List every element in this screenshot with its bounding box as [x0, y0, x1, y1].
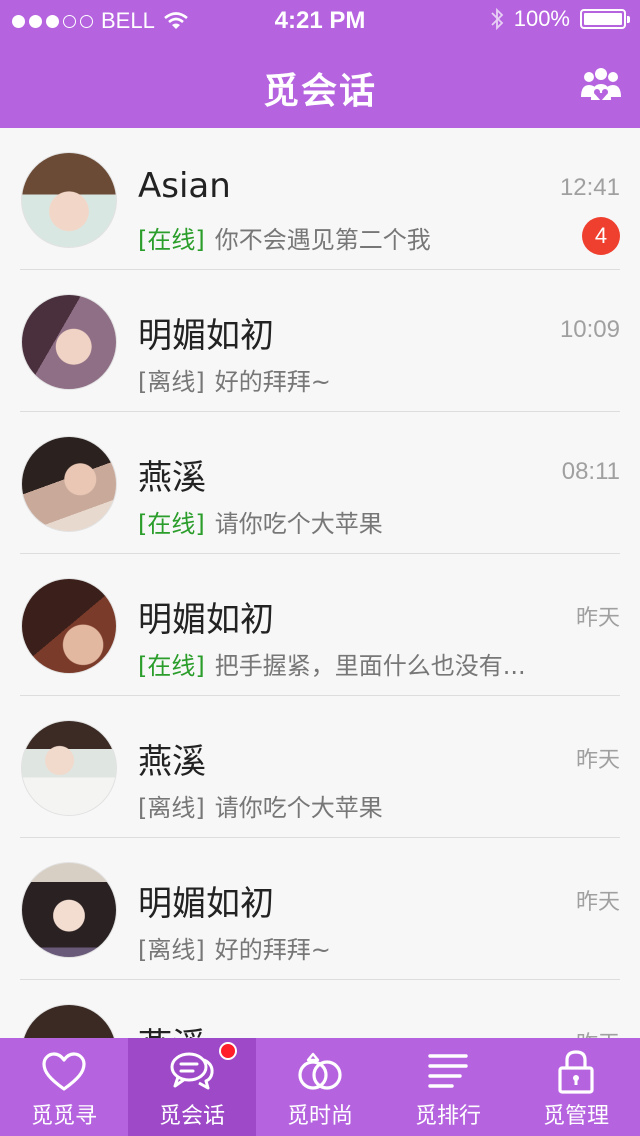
avatar[interactable]: [21, 436, 117, 532]
contact-name: 燕溪: [138, 742, 206, 782]
conversation-list[interactable]: Asian [在线] 你不会遇见第二个我 12:41 4 明媚如初 [离线] 好的拜…: [0, 128, 640, 1038]
last-message: 好的拜拜~: [214, 368, 331, 396]
tab-ranking[interactable]: 觅排行: [384, 1038, 512, 1136]
message-time: 10:09: [559, 316, 620, 343]
online-status: [在线]: [138, 510, 205, 538]
last-message: 你不会遇见第二个我: [214, 226, 431, 254]
message-preview: [在线] 请你吃个大苹果: [138, 504, 383, 539]
message-preview: [离线] 好的拜拜~: [138, 362, 331, 397]
chat-bubbles-icon: [170, 1052, 214, 1090]
battery-percent: 100%: [513, 6, 570, 31]
rings-icon: [298, 1052, 342, 1090]
message-time: 昨天: [575, 890, 620, 915]
message-preview: [在线] 你不会遇见第二个我: [138, 220, 431, 255]
message-preview: [离线] 请你吃个大苹果: [138, 788, 383, 823]
message-preview: [离线] 好的拜拜~: [138, 930, 331, 965]
message-time: 昨天: [575, 748, 620, 773]
avatar[interactable]: [21, 862, 117, 958]
avatar[interactable]: [21, 578, 117, 674]
avatar[interactable]: [21, 152, 117, 248]
status-bar: BELL 4:21 PM 100%: [0, 0, 640, 40]
tab-label: 觅时尚: [286, 1104, 353, 1129]
message-time: 昨天: [576, 1026, 620, 1038]
header: BELL 4:21 PM 100% 觅会话: [0, 0, 640, 128]
tab-label: 觅会话: [158, 1104, 225, 1129]
lock-icon: [558, 1050, 594, 1094]
notification-dot: [219, 1042, 237, 1060]
offline-status: [离线]: [138, 794, 205, 822]
offline-status: [离线]: [138, 368, 205, 396]
avatar[interactable]: [21, 1004, 117, 1038]
unread-badge: 4: [582, 217, 620, 255]
tab-manage[interactable]: 觅管理: [512, 1038, 640, 1136]
avatar[interactable]: [21, 720, 117, 816]
page-title: 觅会话: [262, 71, 377, 112]
tab-fashion[interactable]: 觅时尚: [256, 1038, 384, 1136]
last-message: 把手握紧，里面什么也没有...: [214, 652, 526, 680]
online-status: [在线]: [138, 652, 205, 680]
avatar[interactable]: [21, 294, 117, 390]
tab-label: 觅觅寻: [30, 1104, 97, 1129]
conversation-row[interactable]: 燕溪 [在线] 请你吃个大苹果 08:11: [0, 412, 640, 554]
list-lines-icon: [428, 1054, 468, 1088]
tab-label: 觅排行: [414, 1104, 481, 1129]
message-time: 12:41: [559, 174, 620, 201]
conversation-row[interactable]: Asian [在线] 你不会遇见第二个我 12:41 4: [0, 128, 640, 270]
tab-discover[interactable]: 觅觅寻: [0, 1038, 128, 1136]
last-message: 请你吃个大苹果: [214, 510, 383, 538]
offline-status: [离线]: [138, 936, 205, 964]
conversation-row[interactable]: 燕溪 昨天: [0, 980, 640, 1038]
online-status: [在线]: [138, 226, 205, 254]
tab-conversations[interactable]: 觅会话: [128, 1038, 256, 1136]
last-message: 请你吃个大苹果: [214, 794, 383, 822]
message-preview: [在线] 把手握紧，里面什么也没有...: [138, 646, 526, 681]
tab-label: 觅管理: [542, 1104, 609, 1129]
contact-name: 燕溪: [138, 458, 206, 498]
contact-name: Asian: [138, 166, 231, 206]
bluetooth-icon: [491, 7, 503, 31]
heart-icon: [42, 1052, 86, 1091]
contact-name: 明媚如初: [138, 600, 274, 640]
group-icon[interactable]: [580, 64, 622, 104]
last-message: 好的拜拜~: [214, 936, 331, 964]
contact-name: 燕溪: [138, 1018, 206, 1038]
battery-icon: [580, 9, 630, 29]
conversation-row[interactable]: 明媚如初 [离线] 好的拜拜~ 昨天: [0, 838, 640, 980]
conversation-row[interactable]: 明媚如初 [在线] 把手握紧，里面什么也没有... 昨天: [0, 554, 640, 696]
conversation-row[interactable]: 燕溪 [离线] 请你吃个大苹果 昨天: [0, 696, 640, 838]
message-time: 昨天: [575, 606, 620, 631]
conversation-row[interactable]: 明媚如初 [离线] 好的拜拜~ 10:09: [0, 270, 640, 412]
message-time: 08:11: [561, 458, 620, 485]
contact-name: 明媚如初: [138, 884, 274, 924]
tab-bar: 觅觅寻 觅会话 觅时尚 觅排行 觅管理: [0, 1038, 640, 1136]
contact-name: 明媚如初: [138, 316, 274, 356]
